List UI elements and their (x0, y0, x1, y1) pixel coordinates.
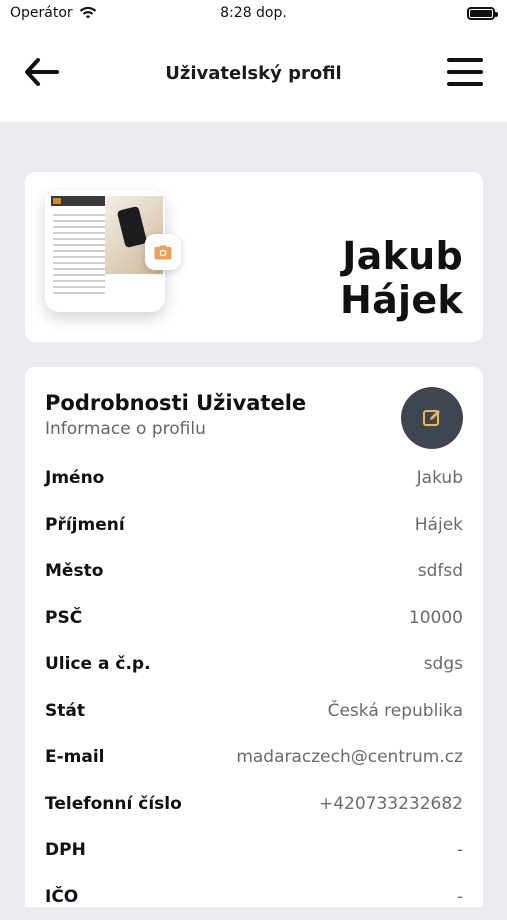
detail-value: sdfsd (418, 561, 463, 581)
profile-card: Jakub Hájek (25, 172, 483, 342)
camera-icon (154, 245, 172, 260)
detail-label: Ulice a č.p. (45, 654, 151, 674)
hamburger-menu-icon[interactable] (447, 58, 483, 90)
detail-label: E-mail (45, 747, 105, 767)
change-photo-button[interactable] (145, 234, 181, 270)
detail-label: Telefonní číslo (45, 794, 182, 814)
detail-label: Město (45, 561, 103, 581)
detail-value: sdgs (424, 654, 463, 674)
detail-value: +420733232682 (319, 794, 463, 814)
detail-row-street: Ulice a č.p. sdgs (45, 641, 463, 688)
detail-row-vat: DPH - (45, 827, 463, 874)
detail-label: IČO (45, 887, 78, 907)
user-details-card: Podrobnosti Uživatele Informace o profil… (25, 367, 483, 907)
detail-row-first-name: Jméno Jakub (45, 455, 463, 502)
detail-row-phone: Telefonní číslo +420733232682 (45, 781, 463, 828)
details-list: Jméno Jakub Příjmení Hájek Město sdfsd P… (45, 455, 463, 920)
detail-row-email: E-mail madaraczech@centrum.cz (45, 734, 463, 781)
detail-row-country: Stát Česká republika (45, 688, 463, 735)
detail-label: Příjmení (45, 515, 125, 535)
detail-row-city: Město sdfsd (45, 548, 463, 595)
detail-value: madaraczech@centrum.cz (236, 747, 463, 767)
detail-label: DPH (45, 840, 86, 860)
detail-label: Jméno (45, 468, 104, 488)
detail-value: 10000 (409, 608, 463, 628)
detail-value: - (457, 840, 463, 860)
detail-value: - (457, 887, 463, 907)
status-bar: Operátor 8:28 dop. (0, 0, 507, 28)
detail-value: Hájek (415, 515, 463, 535)
details-subtitle: Informace o profilu (45, 419, 206, 439)
edit-icon (422, 408, 442, 428)
status-time: 8:28 dop. (0, 5, 507, 21)
profile-name: Jakub Hájek (215, 234, 463, 322)
detail-row-company-id: IČO - (45, 874, 463, 920)
navigation-bar: Uživatelský profil (0, 28, 507, 122)
edit-profile-button[interactable] (401, 387, 463, 449)
detail-value: Česká republika (328, 701, 463, 721)
battery-icon (467, 7, 495, 20)
details-title: Podrobnosti Uživatele (45, 391, 306, 415)
detail-label: Stát (45, 701, 85, 721)
detail-row-last-name: Příjmení Hájek (45, 502, 463, 549)
detail-value: Jakub (417, 468, 463, 488)
detail-row-postal-code: PSČ 10000 (45, 595, 463, 642)
detail-label: PSČ (45, 608, 82, 628)
page-title: Uživatelský profil (0, 63, 507, 84)
